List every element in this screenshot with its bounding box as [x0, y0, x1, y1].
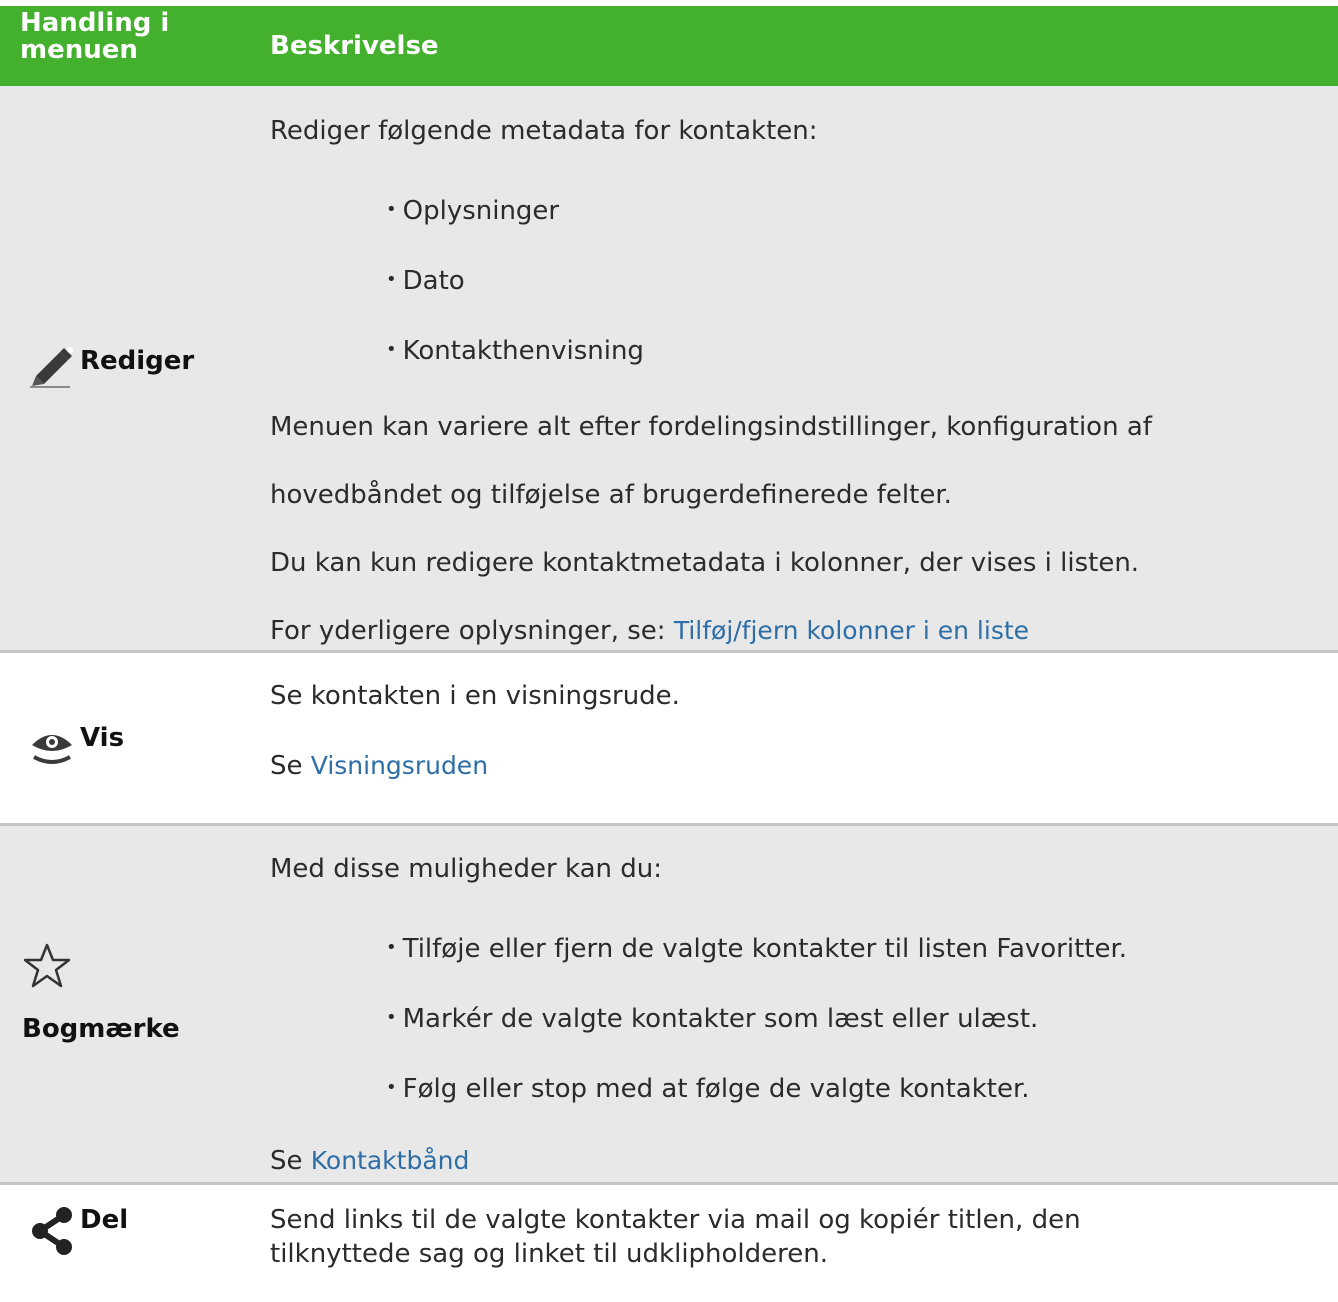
share-icon [30, 1205, 74, 1264]
header-action-column: Handling i menuen [20, 8, 170, 65]
description-rediger: Rediger følgende metadata for kontakten:… [270, 86, 1328, 650]
description-text: Se kontakten i en visningsrude. [270, 681, 680, 711]
more-prefix: For yderligere oplysninger, se: [270, 616, 666, 646]
description-see: Se Visningsruden [270, 751, 488, 781]
link-visningsruden[interactable]: Visningsruden [311, 751, 488, 780]
table-row-del: Del Send links til de valgte kontakter v… [0, 1185, 1338, 1302]
link-tilfoej-fjern-kolonner[interactable]: Tilføj/fjern kolonner i en liste [674, 616, 1029, 645]
action-label: Bogmærke [22, 1014, 180, 1044]
description-note-line-2: hovedbåndet og tilføjelse af brugerdefin… [270, 480, 952, 510]
pencil-icon [30, 346, 74, 395]
table-header: Handling i menuen Beskrivelse [0, 6, 1338, 86]
action-label: Del [80, 1205, 129, 1235]
table-row-bogmaerke: Bogmærke Med disse muligheder kan du: Ti… [0, 826, 1338, 1185]
table-row-rediger: Rediger Rediger følgende metadata for ko… [0, 86, 1338, 653]
description-del: Send links til de valgte kontakter via m… [270, 1185, 1328, 1302]
action-label: Rediger [80, 346, 195, 376]
link-kontaktbaand[interactable]: Kontaktbånd [311, 1146, 470, 1175]
description-text-line-2: tilknyttede sag og linket til udkliphold… [270, 1239, 829, 1269]
action-label: Vis [80, 723, 125, 753]
eye-icon [30, 723, 74, 772]
table-row-vis: Vis Se kontakten i en visningsrude. Se V… [0, 653, 1338, 826]
description-note-line-1: Menuen kan variere alt efter fordelingsi… [270, 412, 1152, 442]
star-icon [22, 942, 72, 997]
description-intro: Med disse muligheder kan du: [270, 854, 662, 884]
list-item: Følg eller stop med at følge de valgte k… [386, 1074, 1030, 1104]
description-vis: Se kontakten i en visningsrude. Se Visni… [270, 653, 1328, 823]
description-more: For yderligere oplysninger, se: Tilføj/f… [270, 616, 1029, 646]
list-item: Kontakthenvisning [386, 336, 644, 366]
description-text-line-1: Send links til de valgte kontakter via m… [270, 1205, 1081, 1235]
description-see: Se Kontaktbånd [270, 1146, 469, 1176]
description-intro: Rediger følgende metadata for kontakten: [270, 116, 818, 146]
see-prefix: Se [270, 751, 303, 781]
list-item: Dato [386, 266, 465, 296]
description-bogmaerke: Med disse muligheder kan du: Tilføje ell… [270, 826, 1328, 1182]
list-item: Tilføje eller fjern de valgte kontakter … [386, 934, 1127, 964]
see-prefix: Se [270, 1146, 303, 1176]
list-item: Markér de valgte kontakter som læst elle… [386, 1004, 1039, 1034]
description-note-2: Du kan kun redigere kontaktmetadata i ko… [270, 548, 1140, 578]
list-item: Oplysninger [386, 196, 560, 226]
header-description-column: Beskrivelse [270, 31, 439, 61]
